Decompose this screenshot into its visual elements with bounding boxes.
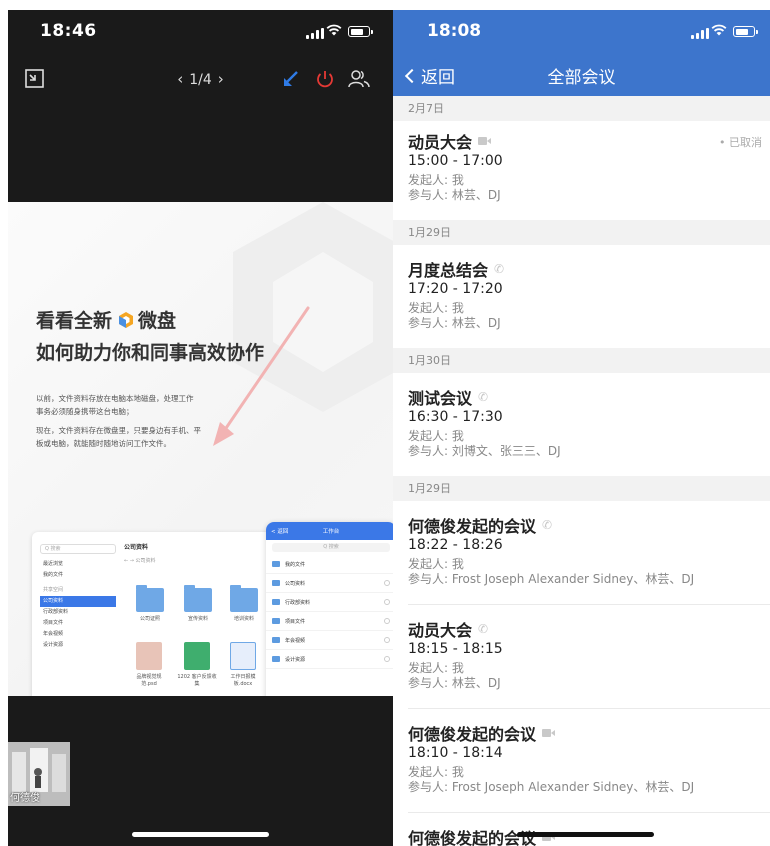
shared-slide: 看看全新 微盘 如何助力你和同事高效协作 以前，文件资料存放在电脑本地磁盘，处理…	[8, 202, 393, 696]
meeting-item[interactable]: 月度总结会 ✆ 17:20 - 17:20 发起人: 我 参与人: 林芸、DJ	[393, 258, 770, 331]
doc-file-icon	[230, 642, 256, 670]
date-header: 1月29日	[393, 476, 770, 501]
date-header: 2月7日	[393, 96, 770, 121]
folder-icon	[230, 585, 258, 612]
status-bar: 18:08	[393, 10, 770, 54]
meeting-item[interactable]: 测试会议 ✆ 16:30 - 17:30 发起人: 我 参与人: 刘博文、张三三、…	[393, 386, 770, 459]
phone-icon: ✆	[478, 622, 489, 636]
folder-icon	[136, 585, 164, 612]
mobile-app-mockup: < 返回 工作台 Q 搜索 我的文件 公司资料 行政部资料 项目文件 年会视频 …	[266, 522, 393, 696]
status-bar: 18:46	[8, 10, 393, 54]
video-icon	[478, 137, 492, 145]
info-icon	[384, 580, 390, 586]
date-header: 1月30日	[393, 348, 770, 373]
home-indicator	[132, 832, 269, 837]
page-number: 1/4	[189, 72, 212, 88]
meeting-item[interactable]: 何德俊发起的会议 18:10 - 18:14 发起人: 我 参与人: Frost…	[393, 722, 770, 795]
date-header: 1月29日	[393, 220, 770, 245]
info-icon	[384, 637, 390, 643]
signal-icon	[306, 28, 324, 39]
list-item: 公司资料	[266, 574, 393, 593]
mockup-sidebar: Q 搜索 最近浏览 我的文件 共享空间 公司资料 行政部资料 项目文件 年会视频…	[40, 544, 116, 651]
phone-icon: ✆	[478, 390, 489, 404]
folder-icon	[272, 599, 280, 605]
status-time: 18:46	[40, 21, 97, 41]
battery-icon	[733, 26, 758, 37]
folder-icon	[272, 580, 280, 586]
wifi-icon	[326, 24, 342, 36]
mockup-main: 公司资料 ← → 公司资料	[124, 544, 156, 564]
next-page-button[interactable]: ›	[218, 70, 224, 88]
page-title: 全部会议	[547, 68, 616, 88]
divider	[408, 604, 770, 605]
folder-icon	[272, 656, 280, 662]
meeting-item[interactable]: 何德俊发起的会议 ✆ 18:22 - 18:26 发起人: 我 参与人: Fros…	[393, 514, 770, 587]
sheet-file-icon	[184, 642, 210, 670]
meeting-item[interactable]: 动员大会 ✆ 18:15 - 18:15 发起人: 我 参与人: 林芸、DJ	[393, 618, 770, 691]
meeting-item[interactable]: 动员大会 15:00 - 17:00 发起人: 我 参与人: 林芸、DJ • 已…	[393, 130, 770, 203]
prev-page-button[interactable]: ‹	[177, 70, 183, 88]
divider	[408, 812, 770, 813]
list-item: 年会视频	[266, 631, 393, 650]
participants-icon[interactable]	[348, 68, 370, 90]
info-icon	[384, 618, 390, 624]
folder-icon	[272, 637, 280, 643]
list-item: 项目文件	[266, 612, 393, 631]
list-item: 设计资源	[266, 650, 393, 669]
info-icon	[384, 656, 390, 662]
participant-name: 何德俊	[10, 793, 40, 804]
status-badge: • 已取消	[719, 136, 762, 149]
folder-icon	[272, 561, 280, 567]
wifi-icon	[711, 24, 727, 36]
home-indicator	[517, 832, 654, 837]
battery-icon	[348, 26, 373, 37]
signal-icon	[691, 28, 709, 39]
meeting-screen: 18:46 ‹ 1/4 › 看看全新 微盘 如何助力你和同事高效协作 以前，文件…	[8, 10, 393, 846]
video-icon	[542, 729, 556, 737]
folder-icon	[184, 585, 212, 612]
folder-icon	[272, 618, 280, 624]
meeting-toolbar: ‹ 1/4 ›	[8, 62, 393, 98]
annotate-arrow-icon[interactable]	[280, 68, 302, 90]
info-icon	[384, 599, 390, 605]
divider	[408, 708, 770, 709]
phone-icon: ✆	[542, 518, 553, 532]
participant-video-thumbnail[interactable]: 何德俊	[8, 742, 70, 806]
meeting-list-screen: 18:08 返回 全部会议 2月7日 动员大会 15:00 - 17:00 发起…	[393, 10, 770, 846]
phone-icon: ✆	[494, 262, 505, 276]
nav-bar: 返回 全部会议	[393, 54, 770, 96]
status-time: 18:08	[427, 21, 482, 41]
list-item: 我的文件	[266, 555, 393, 574]
image-file-icon	[136, 642, 162, 670]
list-item: 行政部资料	[266, 593, 393, 612]
power-icon[interactable]	[314, 68, 336, 90]
